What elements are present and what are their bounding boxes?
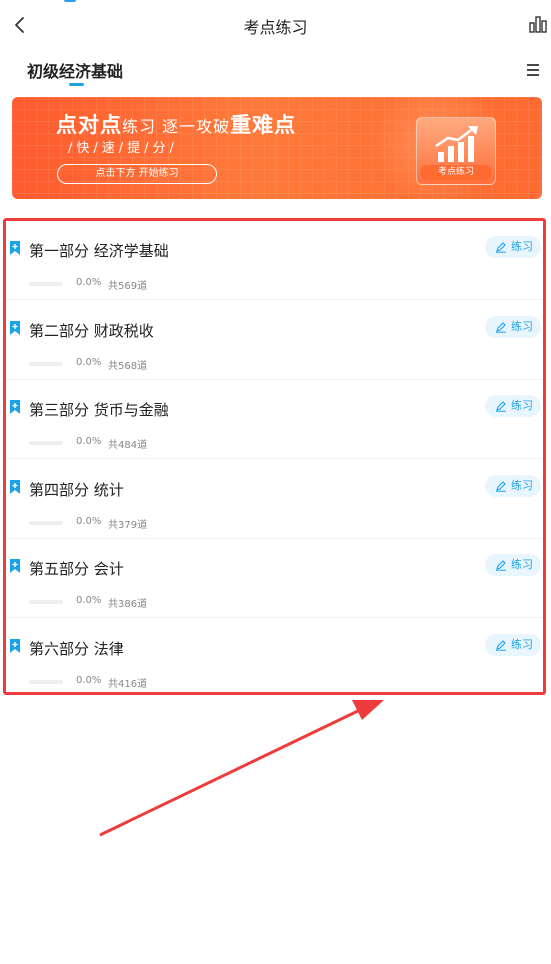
chapter-name: 第四部分 统计 bbox=[29, 480, 124, 499]
bookmark-icon bbox=[10, 638, 20, 653]
progress-percent: 0.0% bbox=[76, 436, 102, 447]
practice-button[interactable]: 练习 bbox=[485, 236, 541, 258]
bookmark-icon bbox=[10, 479, 20, 494]
promo-banner[interactable]: 点对点练习 逐一攻破重难点 /快/速/提/分/ 点击下方 开始练习 考点练习 bbox=[12, 97, 542, 199]
pencil-icon bbox=[496, 321, 506, 333]
bookmark-icon bbox=[10, 241, 20, 255]
subject-tab[interactable]: 初级经济基础 bbox=[27, 58, 123, 82]
practice-button-label: 练习 bbox=[511, 319, 533, 333]
chapter-name: 第六部分 法律 bbox=[29, 639, 124, 658]
progress-bar bbox=[29, 520, 63, 525]
practice-button[interactable]: 练习 bbox=[485, 554, 541, 576]
pencil-icon bbox=[496, 242, 506, 253]
chapter-item[interactable]: 第三部分 货币与金融 练习 0.0% 共484道 bbox=[6, 380, 543, 459]
chapter-name: 第二部分 财政税收 bbox=[29, 321, 154, 340]
pencil-icon bbox=[496, 480, 506, 492]
progress-bar bbox=[29, 600, 63, 604]
chapter-item[interactable]: 第二部分 财政税收 练习 0.0% 共568道 bbox=[6, 301, 543, 380]
chapter-item[interactable]: 第五部分 会计 练习 0.0% 共386道 bbox=[6, 539, 543, 618]
question-count: 共386道 bbox=[108, 599, 148, 610]
pencil-icon bbox=[496, 639, 506, 651]
question-count: 共379道 bbox=[108, 519, 148, 531]
banner-headline-part: 重难点 bbox=[230, 113, 297, 137]
chapter-name: 第五部分 会计 bbox=[29, 560, 124, 578]
practice-button-label: 练习 bbox=[511, 637, 533, 651]
practice-button[interactable]: 练习 bbox=[485, 395, 541, 417]
practice-button-label: 练习 bbox=[511, 240, 533, 253]
menu-icon[interactable] bbox=[525, 62, 541, 78]
bar-chart-icon[interactable] bbox=[529, 15, 547, 33]
banner-start-button[interactable]: 点击下方 开始练习 bbox=[57, 164, 217, 184]
banner-card-label: 考点练习 bbox=[420, 165, 492, 180]
progress-bar bbox=[29, 679, 63, 684]
banner-card: 考点练习 bbox=[416, 117, 496, 185]
annotation-arrow bbox=[99, 700, 384, 837]
page-title: 考点练习 bbox=[243, 18, 308, 37]
question-count: 共568道 bbox=[108, 360, 148, 372]
growth-chart-icon bbox=[435, 126, 478, 162]
progress-bar bbox=[29, 282, 63, 286]
bookmark-icon bbox=[10, 400, 20, 414]
subject-bar: 初级经济基础 bbox=[0, 50, 551, 92]
practice-button[interactable]: 练习 bbox=[485, 315, 541, 338]
banner-headline-part: 点对点 bbox=[56, 113, 122, 137]
question-count: 共416道 bbox=[108, 678, 148, 690]
question-count: 共484道 bbox=[108, 440, 148, 451]
practice-button-label: 练习 bbox=[511, 558, 533, 571]
chapter-name: 第三部分 货币与金融 bbox=[29, 401, 169, 419]
question-count: 共569道 bbox=[108, 281, 148, 292]
chapter-item[interactable]: 第四部分 统计 练习 0.0% 共379道 bbox=[6, 460, 543, 539]
progress-percent: 0.0% bbox=[76, 674, 102, 686]
progress-percent: 0.0% bbox=[76, 595, 102, 606]
banner-subtitle: /快/速/提/分/ bbox=[68, 141, 178, 156]
progress-percent: 0.0% bbox=[76, 356, 102, 368]
chapter-name: 第一部分 经济学基础 bbox=[29, 242, 169, 260]
chapter-item[interactable]: 第六部分 法律 练习 0.0% 共416道 bbox=[6, 619, 543, 698]
status-bar-app-icon bbox=[64, 0, 76, 2]
pencil-icon bbox=[496, 401, 506, 412]
banner-headline-part: 逐一攻破 bbox=[162, 117, 231, 136]
chapter-list: 第一部分 经济学基础 练习 0.0% 共569道 第二部分 财政税收 练习 0.… bbox=[3, 218, 546, 695]
practice-button-label: 练习 bbox=[511, 399, 533, 412]
progress-percent: 0.0% bbox=[76, 277, 102, 288]
practice-button[interactable]: 练习 bbox=[485, 474, 541, 497]
banner-headline: 点对点练习 逐一攻破重难点 bbox=[56, 109, 296, 139]
bookmark-icon bbox=[10, 559, 20, 573]
progress-bar bbox=[29, 441, 63, 445]
chapter-item[interactable]: 第一部分 经济学基础 练习 0.0% 共569道 bbox=[6, 221, 543, 300]
nav-bar: 考点练习 bbox=[0, 0, 551, 50]
banner-headline-part: 练习 bbox=[122, 117, 163, 136]
practice-button[interactable]: 练习 bbox=[485, 633, 541, 656]
practice-button-label: 练习 bbox=[511, 478, 533, 492]
bookmark-icon bbox=[10, 320, 20, 335]
pencil-icon bbox=[496, 560, 506, 571]
progress-bar bbox=[29, 361, 63, 366]
progress-percent: 0.0% bbox=[76, 515, 102, 527]
subject-tab-indicator bbox=[69, 83, 84, 86]
